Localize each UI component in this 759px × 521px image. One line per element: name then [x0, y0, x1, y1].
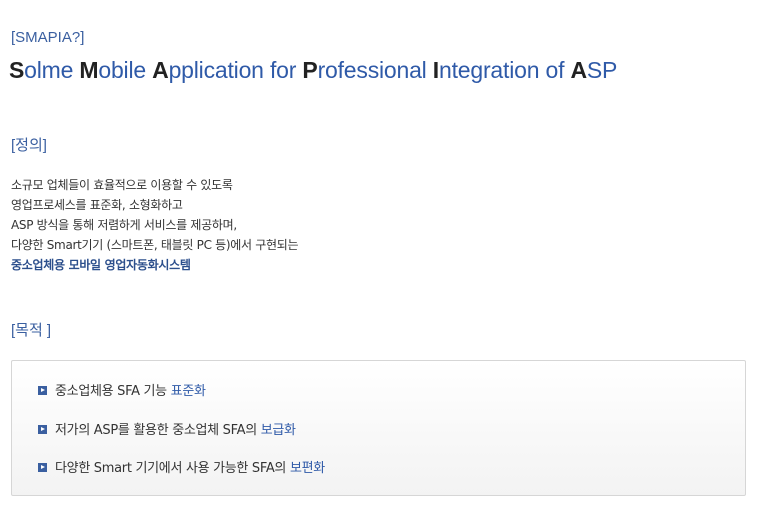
- title-word: Professional: [302, 57, 433, 83]
- purpose-item-highlight: 보급화: [260, 423, 296, 438]
- title-word: Solme: [9, 57, 80, 83]
- definition-label: [정의]: [11, 137, 47, 154]
- definition-line: 다양한 Smart기기 (스마트폰, 태블릿 PC 등)에서 구현되는: [11, 238, 299, 252]
- purpose-box: 중소업체용 SFA 기능 표준화 저가의 ASP를 활용한 중소업체 SFA의 …: [11, 360, 746, 496]
- purpose-item-text: 중소업체용 SFA 기능: [55, 384, 171, 399]
- purpose-item: 중소업체용 SFA 기능 표준화: [38, 380, 206, 399]
- purpose-item-highlight: 표준화: [170, 384, 206, 399]
- title-word: Integration of: [432, 57, 571, 83]
- purpose-item-text: 저가의 ASP를 활용한 중소업체 SFA의: [55, 423, 261, 438]
- title-word: ASP: [570, 57, 618, 83]
- definition-line: ASP 방식을 통해 저렴하게 서비스를 제공하며,: [11, 218, 237, 232]
- purpose-item: 다양한 Smart 기기에서 사용 가능한 SFA의 보편화: [38, 457, 325, 476]
- title-word: Mobile: [79, 57, 153, 83]
- arrow-bullet-icon: [38, 463, 47, 472]
- purpose-label: [목적 ]: [11, 322, 52, 339]
- title-word: Application for: [152, 57, 303, 83]
- definition-text: 소규모 업체들이 효율적으로 이용할 수 있도록 영업프로세스를 표준화, 소형…: [11, 175, 299, 275]
- arrow-bullet-icon: [38, 425, 47, 434]
- smapia-tag: [SMAPIA?]: [11, 29, 85, 46]
- purpose-item-text: 다양한 Smart 기기에서 사용 가능한 SFA의: [55, 461, 290, 476]
- definition-line: 영업프로세스를 표준화, 소형화하고: [11, 198, 183, 212]
- arrow-bullet-icon: [38, 386, 47, 395]
- purpose-item: 저가의 ASP를 활용한 중소업체 SFA의 보급화: [38, 419, 296, 438]
- page-title: Solme Mobile Application for Professiona…: [9, 57, 617, 84]
- purpose-item-highlight: 보편화: [289, 461, 325, 476]
- definition-emphasis: 중소업체용 모바일 영업자동화시스템: [11, 258, 191, 272]
- definition-line: 소규모 업체들이 효율적으로 이용할 수 있도록: [11, 178, 233, 192]
